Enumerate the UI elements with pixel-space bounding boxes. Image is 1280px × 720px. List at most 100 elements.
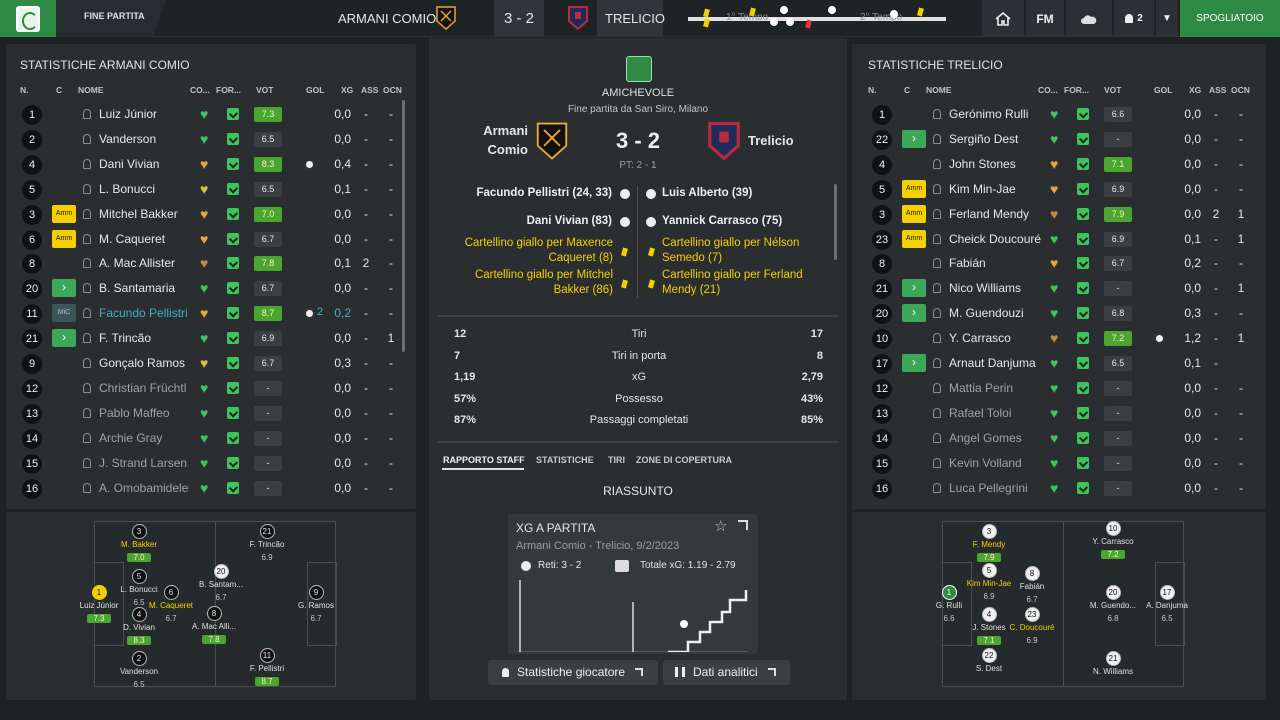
player-row[interactable]: 22 › Sergiño Dest ♥ -0,0- - [870, 127, 1260, 152]
player-name[interactable]: Cheick Doucouré [949, 232, 1041, 246]
player-name[interactable]: Fabián [949, 256, 986, 270]
pitch-player[interactable]: 3 M. Bakker 7.0 [104, 524, 174, 563]
player-row[interactable]: 13 Rafael Toloi ♥ -0,0- - [870, 401, 1260, 426]
player-name[interactable]: A. Mac Allister [99, 256, 175, 270]
player-row[interactable]: 3 Amm Ferland Mendy ♥ 7.9 0,0 2 1 [870, 202, 1260, 227]
player-row[interactable]: 16 Luca Pellegrini ♥ -0,0- - [870, 476, 1260, 501]
pitch-player[interactable]: 20 B. Santam... 6.7 [186, 564, 256, 603]
analysis-tab[interactable]: RAPPORTO STAFF [443, 455, 525, 465]
header-n[interactable]: N. [868, 85, 877, 95]
player-row[interactable]: 14 Archie Gray ♥ -0,0- - [20, 426, 410, 451]
header-co[interactable]: CO... [190, 85, 210, 95]
player-name[interactable]: Pablo Maffeo [99, 406, 170, 420]
club-logo[interactable] [0, 0, 56, 37]
menu-dropdown[interactable]: ▼ [1156, 0, 1178, 37]
player-row[interactable]: 13 Pablo Maffeo ♥ -0,0- - [20, 401, 410, 426]
player-name[interactable]: M. Caqueret [99, 232, 165, 246]
match-timeline[interactable]: 1° Tempo 2° Tempo [688, 5, 950, 29]
player-row[interactable]: 15 Kevin Volland ♥ -0,0- - [870, 451, 1260, 476]
header-c[interactable]: C [56, 85, 62, 95]
player-name[interactable]: Archie Gray [99, 431, 162, 445]
player-row[interactable]: 12 Mattia Perin ♥ -0,0- - [870, 376, 1260, 401]
analysis-tab[interactable]: TIRI [608, 455, 625, 465]
header-ass[interactable]: ASS [361, 85, 378, 95]
pitch-player[interactable]: 2 Vanderson 6.5 [104, 651, 174, 690]
player-name[interactable]: L. Bonucci [99, 182, 155, 196]
player-row[interactable]: 1 Gerónimo Rulli ♥ 6.6 0,0- - [870, 102, 1260, 127]
player-name[interactable]: B. Santamaria [99, 281, 175, 295]
header-xg[interactable]: XG [1189, 85, 1201, 95]
player-row[interactable]: 10 Y. Carrasco ♥ 7.2 1,2- 1 [870, 326, 1260, 351]
player-row[interactable]: 4 Dani Vivian ♥ 8.3 0,4- - [20, 152, 410, 177]
pitch-player[interactable]: 21 F. Trincão 6.9 [232, 524, 302, 563]
header-c[interactable]: C [904, 85, 910, 95]
player-name[interactable]: Kevin Volland [949, 456, 1022, 470]
pitch-player[interactable]: 3 F. Mendy 7.9 [954, 524, 1024, 563]
header-gol[interactable]: GOL [1154, 85, 1172, 95]
analytics-button[interactable]: Dati analitici [663, 660, 790, 685]
home-button[interactable] [982, 0, 1024, 37]
player-row[interactable]: 5 L. Bonucci ♥ 6.5 0,1- - [20, 177, 410, 202]
fm-button[interactable]: FM [1026, 0, 1064, 37]
player-name[interactable]: F. Trincão [99, 331, 151, 345]
player-name[interactable]: M. Guendouzi [949, 306, 1024, 320]
player-name[interactable]: J. Strand Larsen [99, 456, 187, 470]
pitch-player[interactable]: 11 F. Pellistri 8.7 [232, 648, 302, 687]
pitch-player[interactable]: 9 G. Ramos 6.7 [281, 585, 351, 624]
player-row[interactable]: 5 Amm Kim Min-Jae ♥ 6.9 0,0- - [870, 177, 1260, 202]
player-row[interactable]: 6 Amm M. Caqueret ♥ 6.7 0,0- - [20, 227, 410, 252]
player-name[interactable]: Nico Williams [949, 281, 1021, 295]
player-name[interactable]: Y. Carrasco [949, 331, 1011, 345]
player-name[interactable]: Mitchel Bakker [99, 207, 178, 221]
player-name[interactable]: Vanderson [99, 132, 156, 146]
pitch-player[interactable]: 22 S. Dest [954, 648, 1024, 673]
player-name[interactable]: Arnaut Danjuma [949, 356, 1036, 370]
player-row[interactable]: 3 Amm Mitchel Bakker ♥ 7.0 0,0- - [20, 202, 410, 227]
player-name[interactable]: Facundo Pellistri [99, 306, 188, 320]
home-list-scrollbar[interactable] [402, 100, 405, 352]
header-name[interactable]: NOME [78, 85, 104, 95]
pitch-player[interactable]: 23 C. Doucouré 6.9 [997, 607, 1067, 646]
player-name[interactable]: John Stones [949, 157, 1016, 171]
player-row[interactable]: 9 Gonçalo Ramos ♥ 6.7 0,3- - [20, 351, 410, 376]
player-row[interactable]: 16 A. Omobamidele ♥ -0,0- - [20, 476, 410, 501]
player-name[interactable]: Gonçalo Ramos [99, 356, 185, 370]
header-vot[interactable]: VOT [256, 85, 273, 95]
player-row[interactable]: 8 Fabián ♥ 6.7 0,2- - [870, 251, 1260, 276]
header-fo[interactable]: FOR... [216, 85, 241, 95]
header-ass[interactable]: ASS [1209, 85, 1226, 95]
player-row[interactable]: 1 Luiz Júnior ♥ 7.3 0,0- - [20, 102, 410, 127]
star-icon[interactable]: ☆ [714, 517, 727, 535]
people-button[interactable]: 2 [1114, 0, 1154, 37]
player-name[interactable]: Christian Früchtl [99, 381, 186, 395]
player-name[interactable]: Sergiño Dest [949, 132, 1018, 146]
header-vot[interactable]: VOT [1104, 85, 1121, 95]
player-stats-button[interactable]: Statistiche giocatore [488, 660, 658, 685]
pitch-player[interactable]: 17 A. Danjuma 6.5 [1132, 585, 1202, 624]
weather-button[interactable] [1066, 0, 1112, 37]
player-name[interactable]: Luiz Júnior [99, 107, 157, 121]
analysis-tab[interactable]: STATISTICHE [536, 455, 594, 465]
player-row[interactable]: 14 Angel Gomes ♥ -0,0- - [870, 426, 1260, 451]
events-scrollbar[interactable] [834, 184, 837, 260]
pitch-player[interactable]: 8 Fabián 6.7 [997, 566, 1067, 605]
player-row[interactable]: 23 Amm Cheick Doucouré ♥ 6.9 0,1- 1 [870, 227, 1260, 252]
player-name[interactable]: Dani Vivian [99, 157, 159, 171]
expand-icon[interactable] [738, 520, 748, 530]
player-name[interactable]: Rafael Toloi [949, 406, 1011, 420]
player-name[interactable]: Ferland Mendy [949, 207, 1029, 221]
player-row[interactable]: 17 › Arnaut Danjuma ♥ 6.5 0,1- [870, 351, 1260, 376]
header-name[interactable]: NOME [926, 85, 952, 95]
player-row[interactable]: 11 MiC Facundo Pellistri ♥ 8.7 2 0,2- - [20, 301, 410, 326]
header-xg[interactable]: XG [341, 85, 353, 95]
player-name[interactable]: Mattia Perin [949, 381, 1013, 395]
player-row[interactable]: 12 Christian Früchtl ♥ -0,0- - [20, 376, 410, 401]
player-row[interactable]: 20 › M. Guendouzi ♥ 6.8 0,3- - [870, 301, 1260, 326]
player-row[interactable]: 20 › B. Santamaria ♥ 6.7 0,0- - [20, 276, 410, 301]
player-row[interactable]: 21 › Nico Williams ♥ -0,0-1 [870, 276, 1260, 301]
player-name[interactable]: Gerónimo Rulli [949, 107, 1028, 121]
player-name[interactable]: Luca Pellegrini [949, 481, 1028, 495]
player-name[interactable]: A. Omobamidele [99, 481, 188, 495]
pitch-player[interactable]: 8 A. Mac Alli... 7.8 [179, 606, 249, 645]
pitch-player[interactable]: 21 N. Williams [1078, 651, 1148, 676]
